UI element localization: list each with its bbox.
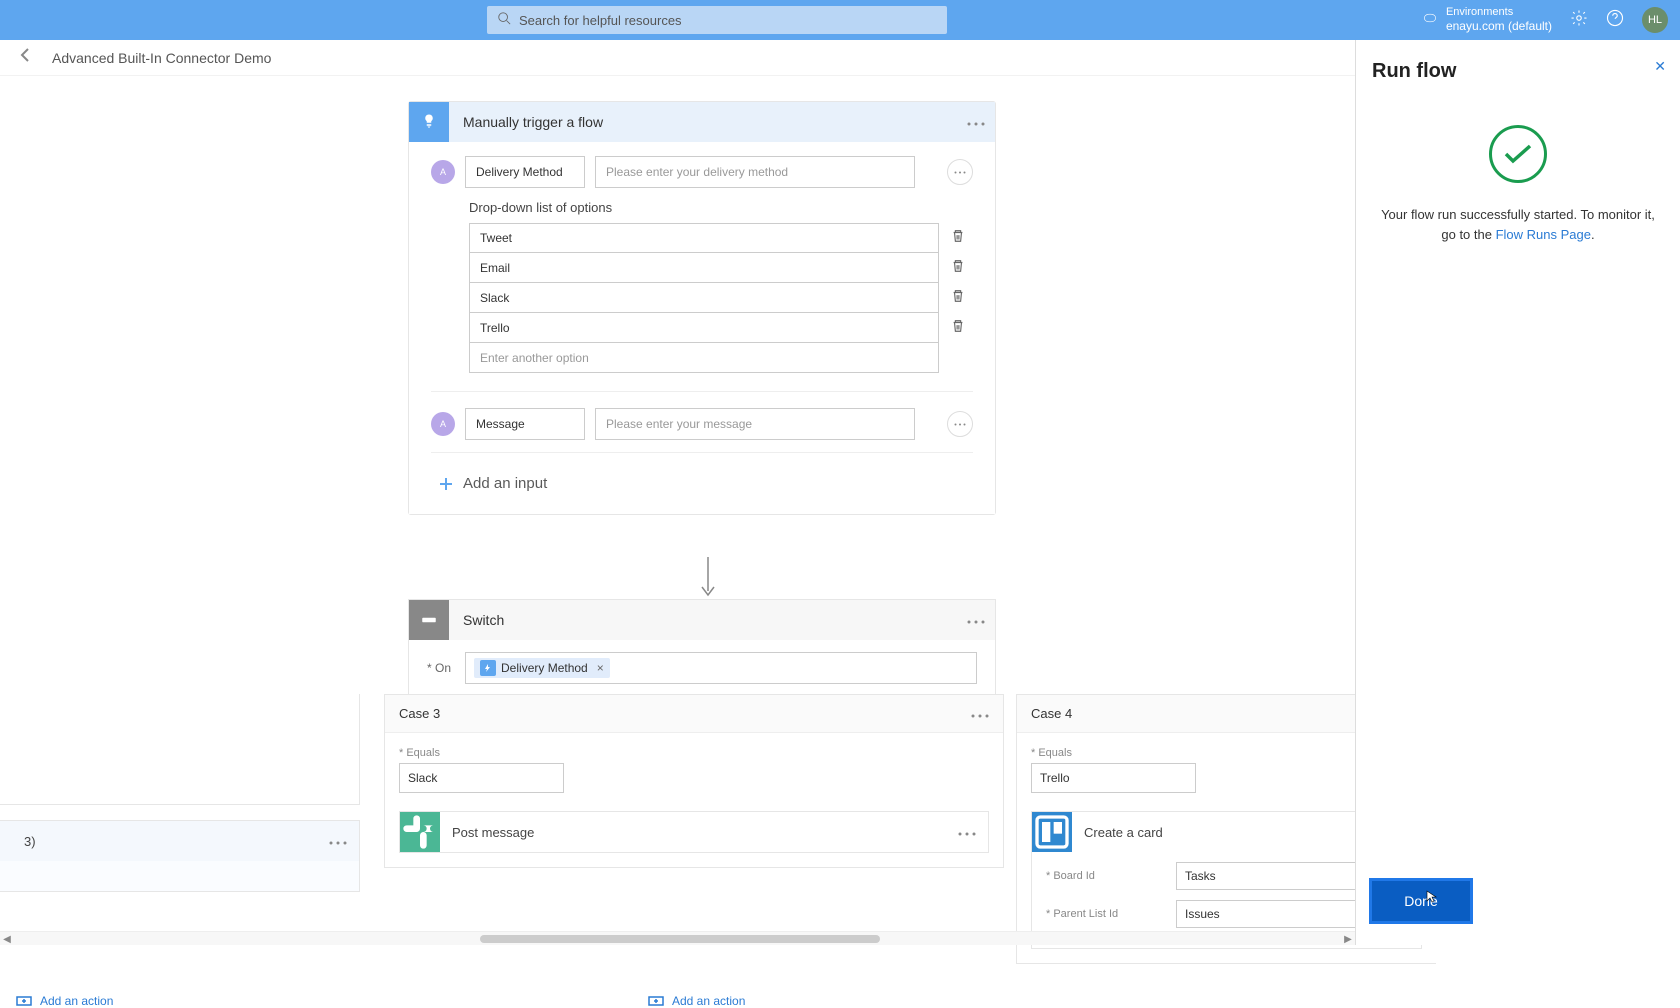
flow-runs-link[interactable]: Flow Runs Page (1496, 227, 1591, 242)
scroll-thumb[interactable] (480, 935, 880, 943)
horizontal-scrollbar[interactable]: ◀ ▶ (0, 931, 1355, 945)
token-remove-icon[interactable]: × (597, 661, 604, 675)
search-box[interactable] (487, 6, 947, 34)
environment-icon (1422, 10, 1438, 29)
dynamic-content-token[interactable]: Delivery Method × (474, 658, 610, 678)
parent-list-label: * Parent List Id (1046, 908, 1176, 920)
add-action-button[interactable]: Add an action (648, 994, 745, 1008)
option-row: Trello (469, 313, 965, 343)
dropdown-list-label: Drop-down list of options (469, 200, 973, 215)
param-placeholder-input[interactable]: Please enter your delivery method (595, 156, 915, 188)
case-card-2-partial[interactable] (0, 694, 360, 805)
action-menu-icon[interactable] (958, 823, 976, 841)
option-input[interactable]: Email (469, 253, 939, 283)
panel-message: Your flow run successfully started. To m… (1372, 205, 1664, 244)
case4-title: Case 4 (1031, 706, 1072, 721)
top-bar: Environments enayu.com (default) HL (0, 0, 1680, 40)
success-check-icon (1489, 125, 1547, 183)
switch-header[interactable]: Switch (409, 600, 995, 640)
panel-title: Run flow (1372, 60, 1664, 83)
trello-action-title: Create a card (1072, 825, 1163, 840)
case-card-3[interactable]: Case 3 * Equals Slack Post message (384, 694, 1004, 868)
option-row-new: Enter another option (469, 343, 965, 373)
param-menu-icon[interactable] (947, 411, 973, 437)
scroll-right-icon[interactable]: ▶ (1341, 932, 1355, 946)
option-input[interactable]: Slack (469, 283, 939, 313)
option-input[interactable]: Trello (469, 313, 939, 343)
add-input-label: Add an input (463, 475, 547, 492)
scroll-left-icon[interactable]: ◀ (0, 932, 14, 946)
back-arrow-icon[interactable] (18, 47, 34, 68)
param-menu-icon[interactable] (947, 159, 973, 185)
slack-action-card[interactable]: Post message (399, 811, 989, 853)
search-icon (497, 11, 519, 30)
user-avatar[interactable]: HL (1642, 7, 1668, 33)
switch-on-input[interactable]: Delivery Method × (465, 652, 977, 684)
slack-icon (400, 812, 440, 852)
trigger-icon (409, 102, 449, 142)
case4-equals-input[interactable]: Trello (1031, 763, 1196, 793)
trello-icon (1032, 812, 1072, 852)
switch-title: Switch (449, 612, 967, 628)
connector-arrow-icon[interactable] (698, 557, 718, 599)
delete-icon[interactable] (951, 319, 965, 338)
case3-equals-input[interactable]: Slack (399, 763, 564, 793)
token-label: Delivery Method (501, 661, 588, 675)
add-action-label: Add an action (40, 994, 113, 1008)
slack-action-title: Post message (440, 825, 534, 840)
environment-picker[interactable]: Environments enayu.com (default) (1422, 6, 1552, 34)
close-icon[interactable]: ✕ (1654, 58, 1666, 75)
board-id-label: * Board Id (1046, 870, 1176, 882)
add-action-label: Add an action (672, 994, 745, 1008)
delete-icon[interactable] (951, 289, 965, 308)
option-row: Slack (469, 283, 965, 313)
case3-equals-label: * Equals (399, 747, 989, 759)
param-name-input[interactable]: Message (465, 408, 585, 440)
cursor-icon (1425, 889, 1439, 906)
param-delivery-method: A Delivery Method Please enter your deli… (431, 156, 973, 188)
delete-icon[interactable] (951, 259, 965, 278)
environment-name: enayu.com (default) (1446, 19, 1552, 33)
option-input-new[interactable]: Enter another option (469, 343, 939, 373)
token-icon (480, 660, 496, 676)
case-menu-icon[interactable] (971, 706, 989, 721)
trigger-title: Manually trigger a flow (449, 114, 967, 130)
switch-card[interactable]: Switch * On Delivery Method × (408, 599, 996, 697)
add-action-button[interactable]: Add an action (16, 994, 113, 1008)
option-row: Email (469, 253, 965, 283)
case3-title: Case 3 (399, 706, 440, 721)
flow-title: Advanced Built-In Connector Demo (52, 50, 271, 66)
environment-label: Environments (1446, 6, 1552, 19)
delete-icon[interactable] (951, 229, 965, 248)
add-input-button[interactable]: Add an input (431, 469, 973, 510)
trigger-card[interactable]: Manually trigger a flow A Delivery Metho… (408, 101, 996, 515)
case2-action-title: 3) (12, 834, 36, 849)
switch-menu-icon[interactable] (967, 611, 985, 629)
search-input[interactable] (519, 13, 937, 28)
help-icon[interactable] (1606, 9, 1624, 32)
switch-on-label: * On (427, 661, 451, 675)
run-flow-panel: Run flow ✕ Your flow run successfully st… (1355, 40, 1680, 945)
param-placeholder-input[interactable]: Please enter your message (595, 408, 915, 440)
param-name-input[interactable]: Delivery Method (465, 156, 585, 188)
action-menu-icon[interactable] (329, 832, 347, 850)
trigger-header[interactable]: Manually trigger a flow (409, 102, 995, 142)
param-type-icon: A (431, 412, 455, 436)
param-message: A Message Please enter your message (431, 408, 973, 440)
param-type-icon: A (431, 160, 455, 184)
option-row: Tweet (469, 223, 965, 253)
done-button[interactable]: Done (1372, 881, 1470, 921)
case2-action-card[interactable]: 3) (0, 820, 360, 892)
option-input[interactable]: Tweet (469, 223, 939, 253)
switch-icon (409, 600, 449, 640)
trigger-menu-icon[interactable] (967, 113, 985, 131)
settings-icon[interactable] (1570, 9, 1588, 32)
